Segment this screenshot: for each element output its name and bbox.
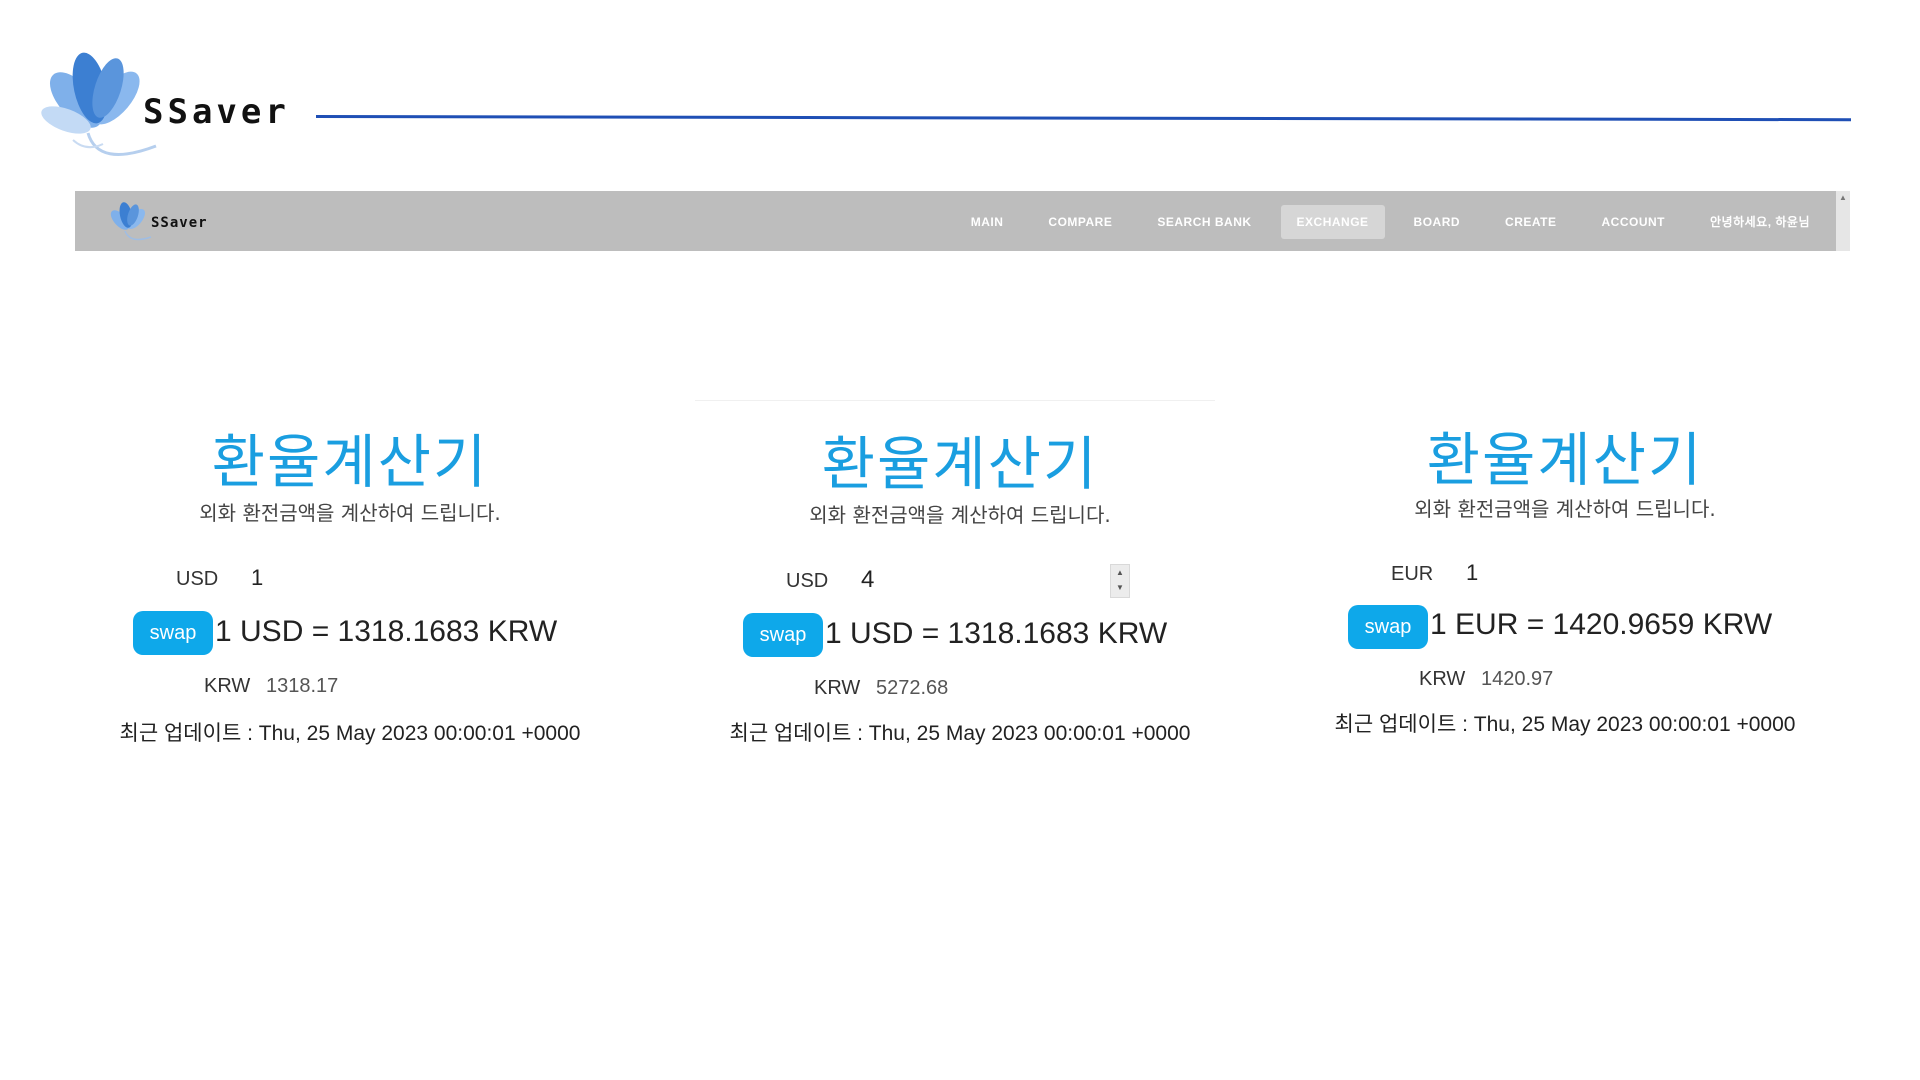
converted-amount: 5272.68 bbox=[876, 677, 949, 699]
calculator-subtitle: 외화 환전금액을 계산하여 드립니다. bbox=[809, 503, 1111, 527]
nav-item-compare[interactable]: COMPARE bbox=[1032, 205, 1128, 239]
amount-stepper[interactable]: ▲ ▼ bbox=[1110, 564, 1130, 598]
last-updated-label: 최근 업데이트 : bbox=[1334, 713, 1468, 736]
lotus-logo-icon bbox=[110, 202, 152, 241]
amount-input[interactable] bbox=[861, 565, 1101, 595]
converted-amount: 1420.97 bbox=[1481, 668, 1554, 690]
calculator-subtitle: 외화 환전금액을 계산하여 드립니다. bbox=[1414, 497, 1716, 521]
from-currency-label: USD bbox=[176, 568, 219, 590]
last-updated: 최근 업데이트 : Thu, 25 May 2023 00:00:01 +000… bbox=[680, 717, 1240, 747]
card-divider bbox=[695, 400, 1215, 401]
swap-button[interactable]: swap bbox=[1348, 605, 1428, 649]
calculator-subtitle: 외화 환전금액을 계산하여 드립니다. bbox=[199, 501, 501, 525]
nav-item-greeting[interactable]: 안녕하세요, 하윤님 bbox=[1694, 203, 1826, 240]
exchange-calculator-eur: 환율계산기 외화 환전금액을 계산하여 드립니다. EUR swap 1 EUR… bbox=[1285, 403, 1845, 763]
exchange-calculator-usd: 환율계산기 외화 환전금액을 계산하여 드립니다. USD swap 1 USD… bbox=[70, 405, 630, 765]
last-updated-label: 최근 업데이트 : bbox=[729, 722, 863, 745]
to-currency-label: KRW bbox=[814, 677, 861, 699]
header-divider bbox=[315, 115, 1851, 122]
brand-logo: SSaver bbox=[28, 48, 288, 168]
last-updated: 최근 업데이트 : Thu, 25 May 2023 00:00:01 +000… bbox=[70, 717, 630, 747]
nav-item-create[interactable]: CREATE bbox=[1489, 205, 1572, 239]
nav-item-account[interactable]: ACCOUNT bbox=[1586, 205, 1682, 239]
amount-input[interactable] bbox=[251, 563, 491, 593]
from-currency-label: EUR bbox=[1391, 563, 1434, 585]
nav-item-exchange[interactable]: EXCHANGE bbox=[1280, 204, 1385, 239]
navbar-scrollbar[interactable]: ▲ bbox=[1836, 191, 1850, 251]
calculator-title: 환율계산기 bbox=[211, 428, 489, 496]
calculator-title: 환율계산기 bbox=[821, 430, 1099, 498]
from-currency-label: USD bbox=[786, 570, 829, 592]
last-updated: 최근 업데이트 : Thu, 25 May 2023 00:00:01 +000… bbox=[1285, 708, 1845, 738]
exchange-calculator-usd-typed: 환율계산기 외화 환전금액을 계산하여 드립니다. USD ▲▼ swap 1 … bbox=[680, 407, 1240, 767]
scroll-up-icon[interactable]: ▲ bbox=[1839, 193, 1847, 202]
swap-button[interactable]: swap bbox=[133, 611, 213, 655]
converted-amount: 1318.17 bbox=[266, 675, 339, 697]
calculator-title: 환율계산기 bbox=[1426, 426, 1704, 494]
last-updated-time: Thu, 25 May 2023 00:00:01 +0000 bbox=[258, 722, 581, 745]
nav-item-board[interactable]: BOARD bbox=[1398, 205, 1477, 239]
amount-input[interactable] bbox=[1466, 558, 1706, 588]
exchange-rate-text: 1 USD = 1318.1683 KRW bbox=[825, 617, 1168, 650]
to-currency-label: KRW bbox=[204, 675, 251, 697]
last-updated-label: 최근 업데이트 : bbox=[119, 722, 253, 745]
to-currency-label: KRW bbox=[1419, 668, 1466, 690]
swap-button[interactable]: swap bbox=[743, 613, 823, 657]
nav-item-main[interactable]: MAIN bbox=[955, 205, 1020, 239]
nav-menu: MAIN COMPARE SEARCH BANK EXCHANGE BOARD … bbox=[942, 203, 1826, 240]
navbar-logo[interactable]: SSaver bbox=[103, 199, 213, 243]
navbar-logo-text: SSaver bbox=[151, 215, 208, 231]
last-updated-time: Thu, 25 May 2023 00:00:01 +0000 bbox=[1473, 713, 1796, 736]
brand-name: SSaver bbox=[143, 92, 290, 132]
navbar: SSaver MAIN COMPARE SEARCH BANK EXCHANGE… bbox=[75, 191, 1850, 251]
exchange-rate-text: 1 EUR = 1420.9659 KRW bbox=[1430, 608, 1773, 641]
last-updated-time: Thu, 25 May 2023 00:00:01 +0000 bbox=[868, 722, 1191, 745]
lotus-logo-icon bbox=[41, 52, 157, 156]
nav-item-search-bank[interactable]: SEARCH BANK bbox=[1141, 205, 1267, 239]
exchange-rate-text: 1 USD = 1318.1683 KRW bbox=[215, 615, 558, 648]
